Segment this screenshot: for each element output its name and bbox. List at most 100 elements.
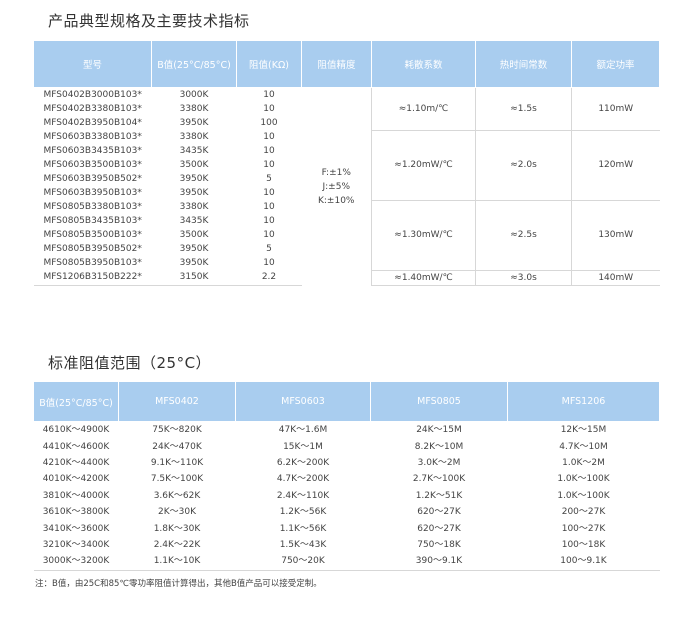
b-range-cell: 3810K～4000K [42,490,110,501]
resistance-table-header: B值(25°C/85°C) MFS0402 MFS0603 MFS0805 MF… [33,381,660,422]
b-value-cell: 3950K [179,188,209,198]
table-row: MFS0402B3000B103* 3000K 10 F:±1% J:±5% K… [34,87,660,206]
header-mfs0603: MFS0603 [235,381,371,422]
model-cell: MFS0603B3435B103* [43,146,142,156]
header-mfs1206: MFS1206 [507,381,660,422]
mfs1206-cell: 1.0K～100K [557,474,610,485]
mfs0805-cell: 750～18K [417,539,461,550]
dissipation-cell: ≈1.40mW/℃ [371,269,476,286]
b-value-cell: 3380K [179,132,209,142]
header-mfs0402: MFS0402 [118,381,236,422]
model-cell: MFS0402B3000B103* [43,90,142,100]
b-range-cell: 4010K～4200K [42,474,110,485]
b-range-cell: 3610K～3800K [42,507,110,518]
mfs0402-cell: 9.1K～110K [150,457,204,468]
model-cell: MFS1206B3150B222* [33,270,152,286]
mfs0603-cell: 1.5K～43K [279,539,327,550]
mfs0402-cell: 24K～470K [152,441,202,452]
b-value-cell: 3500K [179,230,209,240]
mfs0805-cell: 2.7K～100K [412,474,466,485]
resistance-cell: 5 [266,174,272,184]
model-cell: MFS0805B3500B103* [43,230,142,240]
mfs0603-cell: 4.7K～200K [276,474,330,485]
mfs0603-cell: 2.4K～110K [276,490,330,501]
mfs0603-cell: 6.2K～200K [276,457,330,468]
model-cell: MFS0603B3500B103* [43,160,142,170]
mfs0402-cell: 75K～820K [152,425,202,436]
table-row: 3610K～3800K 2K～30K 1.2K～56K 620～27K 200～… [34,504,660,520]
mfs0603-cell: 15K～1M [283,441,323,452]
time-constant-cell: ≈2.0s [475,129,572,200]
mfs0603-cell: 1.2K～56K [279,507,327,518]
model-cell: MFS0805B3950B502* [43,244,142,254]
precision-cell: F:±1% J:±5% K:±10% [318,167,355,206]
model-cell: MFS0603B3950B502* [43,174,142,184]
spec-table: 型号 B值(25°C/85°C) 阻值(KΩ) 阻值精度 耗散系数 热时间常数 … [33,40,660,286]
b-range-cell: 4210K～4400K [42,457,110,468]
table-row: 4410K～4600K 24K～470K 15K～1M 8.2K～10M 4.7… [34,438,660,454]
header-b-value: B值(25°C/85°C) [33,381,119,422]
model-cell: MFS0402B3380B103* [43,104,142,114]
header-model: 型号 [33,40,152,88]
mfs1206-cell: 100～9.1K [507,553,660,571]
resistance-cell: 10 [263,188,275,198]
model-cell: MFS0805B3950B103* [43,258,142,268]
mfs0402-cell: 1.1K～10K [118,553,236,571]
b-value-cell: 3000K [179,90,209,100]
table-row: 4210K～4400K 9.1K～110K 6.2K～200K 3.0K～2M … [34,455,660,471]
b-range-cell: 3410K～3600K [42,523,110,534]
resistance-cell: 2.2 [236,270,302,286]
resistance-cell: 10 [263,202,275,212]
table-row: 4610K～4900K 75K～820K 47K～1.6M 24K～15M 12… [34,422,660,439]
mfs0805-cell: 8.2K～10M [414,441,464,452]
resistance-cell: 100 [260,118,278,128]
mfs0805-cell: 620～27K [417,507,461,518]
header-power: 额定功率 [571,40,660,88]
resistance-cell: 10 [263,132,275,142]
header-time-constant: 热时间常数 [475,40,572,88]
resistance-cell: 10 [263,258,275,268]
resistance-section-title: 标准阻值范围（25°C） [48,354,212,372]
dissipation-cell: ≈1.30mW/℃ [371,199,476,270]
spec-section-title: 产品典型规格及主要技术指标 [48,12,250,30]
resistance-cell: 10 [263,160,275,170]
mfs1206-cell: 100～18K [561,539,606,550]
mfs0805-cell: 1.2K～51K [415,490,463,501]
spec-table-header: 型号 B值(25°C/85°C) 阻值(KΩ) 阻值精度 耗散系数 热时间常数 … [33,40,660,88]
resistance-cell: 10 [263,90,275,100]
b-value-cell: 3950K [179,244,209,254]
power-cell: 110mW [571,87,660,130]
mfs1206-cell: 1.0K～2M [562,457,605,468]
resistance-cell: 5 [266,244,272,254]
header-precision: 阻值精度 [301,40,372,88]
model-cell: MFS0805B3435B103* [43,216,142,226]
model-cell: MFS0805B3380B103* [43,202,142,212]
mfs0603-cell: 750～20K [235,553,371,571]
header-b-value: B值(25°C/85°C) [151,40,237,88]
mfs0805-cell: 620～27K [417,523,461,534]
dissipation-cell: ≈1.10m/℃ [371,87,476,130]
mfs1206-cell: 200～27K [561,507,606,518]
b-range-cell: 3210K～3400K [42,539,110,550]
power-cell: 130mW [571,199,660,270]
b-value-cell: 3150K [151,270,237,286]
power-cell: 120mW [571,129,660,200]
table-row: 3000K～3200K 1.1K～10K 750～20K 390～9.1K 10… [33,553,660,571]
mfs0402-cell: 1.8K～30K [153,523,201,534]
resistance-cell: 10 [263,216,275,226]
table-row: 3810K～4000K 3.6K～62K 2.4K～110K 1.2K～51K … [34,488,660,504]
mfs0402-cell: 7.5K～100K [150,474,204,485]
mfs1206-cell: 4.7K～10M [559,441,608,452]
mfs1206-cell: 100～27K [561,523,606,534]
resistance-cell: 10 [263,146,275,156]
footnote: 注：B值，由25C和85℃零功率阻值计算得出，其他B值产品可以接受定制。 [35,579,322,589]
b-range-cell: 4410K～4600K [42,441,110,452]
resistance-cell: 10 [263,104,275,114]
mfs1206-cell: 12K～15M [560,425,607,436]
b-value-cell: 3380K [179,104,209,114]
b-range-cell: 3000K～3200K [33,553,119,571]
header-resistance: 阻值(KΩ) [236,40,302,88]
mfs0402-cell: 2.4K～22K [153,539,201,550]
resistance-cell: 10 [263,230,275,240]
b-value-cell: 3435K [179,146,209,156]
